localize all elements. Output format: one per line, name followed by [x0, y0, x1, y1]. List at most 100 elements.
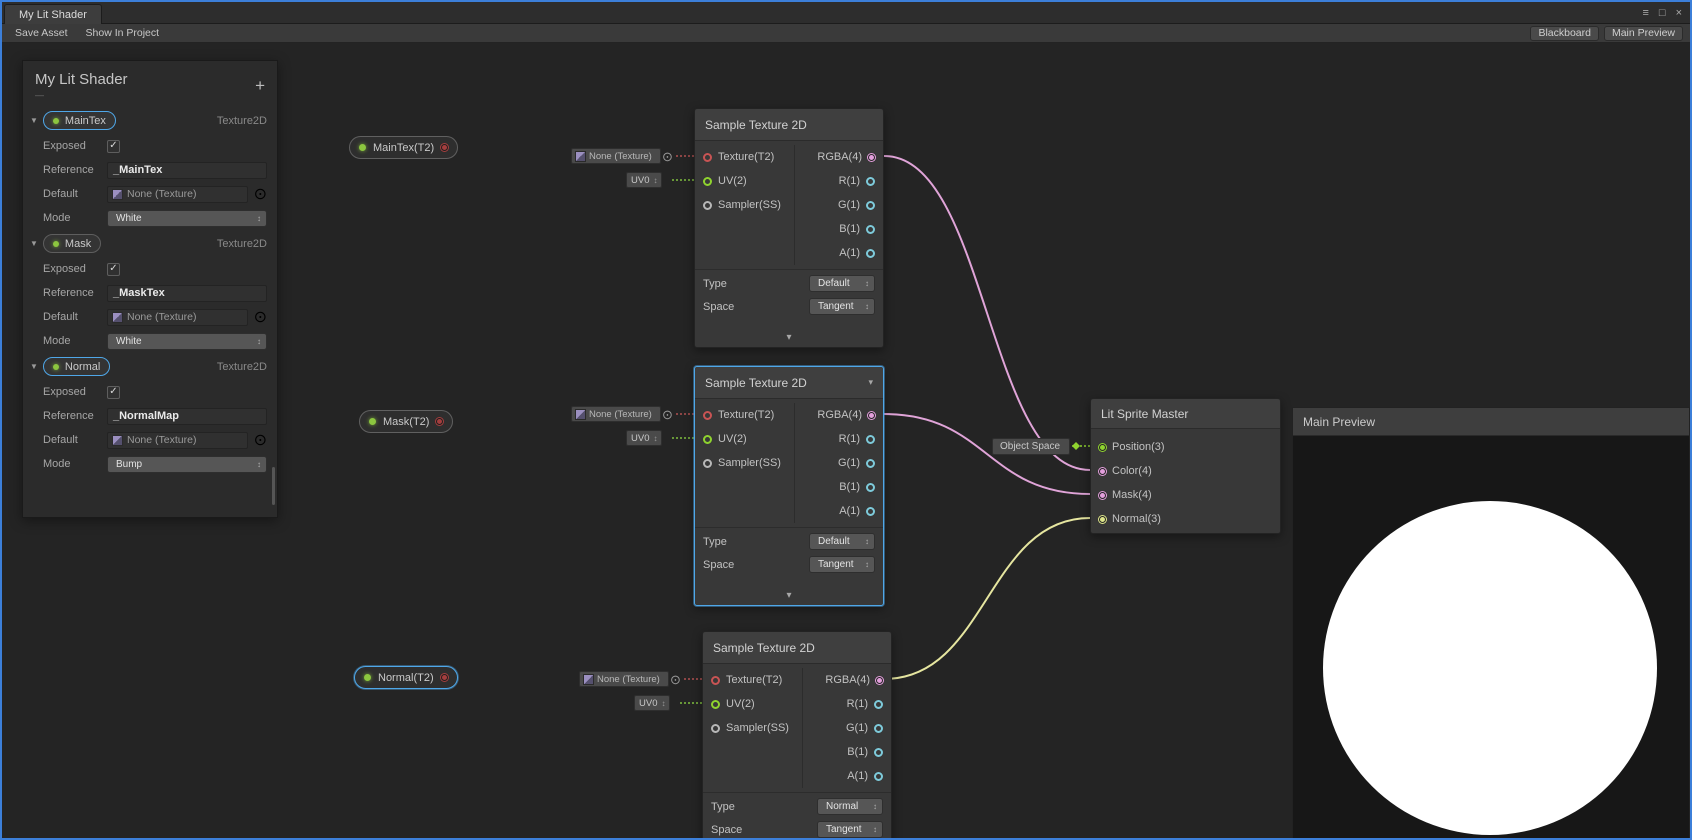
- port-rgba[interactable]: RGBA(4): [795, 145, 883, 169]
- property-pill-normal[interactable]: Normal: [43, 357, 110, 376]
- port-position[interactable]: Position(3): [1091, 435, 1280, 459]
- g-port-icon[interactable]: [874, 724, 883, 733]
- space-dropdown[interactable]: Tangent↕: [809, 556, 875, 573]
- object-picker-icon[interactable]: ⊙: [254, 307, 267, 327]
- exposed-checkbox[interactable]: ✓: [107, 140, 120, 153]
- port-rgba[interactable]: RGBA(4): [803, 668, 891, 692]
- port-r[interactable]: R(1): [795, 427, 883, 451]
- property-header[interactable]: ▼ Mask Texture2D: [23, 230, 277, 257]
- mask-port-icon[interactable]: [1099, 492, 1106, 499]
- maximize-icon[interactable]: □: [1659, 7, 1666, 19]
- default-object-field[interactable]: None (Texture): [107, 432, 248, 449]
- normal-port-icon[interactable]: [1099, 516, 1106, 523]
- object-picker-icon[interactable]: ⊙: [662, 408, 673, 421]
- texture-output-port[interactable]: [441, 144, 448, 151]
- chevron-down-icon[interactable]: ▾: [868, 377, 873, 388]
- port-g[interactable]: G(1): [795, 451, 883, 475]
- property-node-normal[interactable]: Normal(T2): [354, 666, 458, 689]
- object-picker-icon[interactable]: ⊙: [662, 150, 673, 163]
- texture-output-port[interactable]: [441, 674, 448, 681]
- port-texture[interactable]: Texture(T2): [695, 403, 794, 427]
- a-port-icon[interactable]: [874, 772, 883, 781]
- port-normal[interactable]: Normal(3): [1091, 507, 1280, 531]
- port-uv[interactable]: UV(2): [695, 427, 794, 451]
- sampler-port-icon[interactable]: [703, 201, 712, 210]
- texture-output-port[interactable]: [436, 418, 443, 425]
- mode-dropdown[interactable]: White ↕: [107, 210, 267, 227]
- port-a[interactable]: A(1): [795, 241, 883, 265]
- uv-channel-dropdown[interactable]: UV0 ↕: [626, 172, 662, 188]
- sample-texture-2d-node-1[interactable]: Sample Texture 2D Texture(T2) UV(2) Samp…: [694, 108, 884, 348]
- texture-port-icon[interactable]: [703, 411, 712, 420]
- node-header[interactable]: Lit Sprite Master: [1091, 399, 1280, 429]
- a-port-icon[interactable]: [866, 249, 875, 258]
- texture-port-icon[interactable]: [711, 676, 720, 685]
- g-port-icon[interactable]: [866, 459, 875, 468]
- port-a[interactable]: A(1): [803, 764, 891, 788]
- r-port-icon[interactable]: [874, 700, 883, 709]
- property-node-maintex[interactable]: MainTex(T2): [349, 136, 458, 159]
- exposed-checkbox[interactable]: ✓: [107, 263, 120, 276]
- property-node-mask[interactable]: Mask(T2): [359, 410, 453, 433]
- foldout-open-icon[interactable]: ▼: [30, 239, 38, 248]
- color-port-icon[interactable]: [1099, 468, 1106, 475]
- collapse-toggle[interactable]: ▾: [695, 327, 883, 347]
- show-in-project-button[interactable]: Show In Project: [77, 24, 169, 43]
- property-header[interactable]: ▼ Normal Texture2D: [23, 353, 277, 380]
- port-b[interactable]: B(1): [803, 740, 891, 764]
- property-header[interactable]: ▼ MainTex Texture2D: [23, 107, 277, 134]
- space-dropdown[interactable]: Tangent↕: [817, 821, 883, 838]
- port-sampler[interactable]: Sampler(SS): [703, 716, 802, 740]
- foldout-open-icon[interactable]: ▼: [30, 116, 38, 125]
- main-preview-body[interactable]: [1293, 436, 1689, 840]
- close-icon[interactable]: ×: [1676, 7, 1682, 19]
- port-rgba[interactable]: RGBA(4): [795, 403, 883, 427]
- a-port-icon[interactable]: [866, 507, 875, 516]
- port-g[interactable]: G(1): [803, 716, 891, 740]
- type-dropdown[interactable]: Default↕: [809, 275, 875, 292]
- b-port-icon[interactable]: [866, 483, 875, 492]
- exposed-checkbox[interactable]: ✓: [107, 386, 120, 399]
- add-property-button[interactable]: +: [255, 77, 265, 94]
- port-texture[interactable]: Texture(T2): [703, 668, 802, 692]
- port-sampler[interactable]: Sampler(SS): [695, 193, 794, 217]
- sample-texture-2d-node-3[interactable]: Sample Texture 2D Texture(T2) UV(2) Samp…: [702, 631, 892, 840]
- sampler-port-icon[interactable]: [703, 459, 712, 468]
- b-port-icon[interactable]: [874, 748, 883, 757]
- main-preview-header[interactable]: Main Preview: [1293, 408, 1689, 436]
- reference-field[interactable]: _MaskTex: [107, 285, 267, 302]
- space-dropdown[interactable]: Tangent↕: [809, 298, 875, 315]
- uv-channel-dropdown[interactable]: UV0 ↕: [634, 695, 670, 711]
- default-object-field[interactable]: None (Texture): [107, 309, 248, 326]
- lit-sprite-master-node[interactable]: Lit Sprite Master Position(3) Color(4) M…: [1090, 398, 1281, 534]
- main-preview-toggle-button[interactable]: Main Preview: [1604, 26, 1683, 41]
- port-texture[interactable]: Texture(T2): [695, 145, 794, 169]
- g-port-icon[interactable]: [866, 201, 875, 210]
- menu-icon[interactable]: ≡: [1642, 7, 1648, 19]
- object-picker-icon[interactable]: ⊙: [670, 673, 681, 686]
- rgba-port-icon[interactable]: [868, 412, 875, 419]
- r-port-icon[interactable]: [866, 435, 875, 444]
- node-header[interactable]: Sample Texture 2D ▾: [695, 367, 883, 399]
- collapse-toggle[interactable]: ▾: [695, 585, 883, 605]
- property-pill-maintex[interactable]: MainTex: [43, 111, 116, 130]
- reference-field[interactable]: _NormalMap: [107, 408, 267, 425]
- port-b[interactable]: B(1): [795, 475, 883, 499]
- save-asset-button[interactable]: Save Asset: [6, 24, 77, 43]
- node-header[interactable]: Sample Texture 2D: [703, 632, 891, 664]
- type-dropdown[interactable]: Normal↕: [817, 798, 883, 815]
- texture-port-icon[interactable]: [703, 153, 712, 162]
- default-object-field[interactable]: None (Texture): [107, 186, 248, 203]
- blackboard-toggle-button[interactable]: Blackboard: [1530, 26, 1599, 41]
- type-dropdown[interactable]: Default↕: [809, 533, 875, 550]
- mode-dropdown[interactable]: White ↕: [107, 333, 267, 350]
- position-space-dropdown[interactable]: Object Space: [992, 438, 1070, 455]
- b-port-icon[interactable]: [866, 225, 875, 234]
- blackboard-scrollbar[interactable]: [272, 467, 275, 505]
- port-mask[interactable]: Mask(4): [1091, 483, 1280, 507]
- window-tab[interactable]: My Lit Shader: [4, 4, 102, 24]
- port-r[interactable]: R(1): [795, 169, 883, 193]
- mode-dropdown[interactable]: Bump ↕: [107, 456, 267, 473]
- port-uv[interactable]: UV(2): [695, 169, 794, 193]
- uv-port-icon[interactable]: [703, 177, 712, 186]
